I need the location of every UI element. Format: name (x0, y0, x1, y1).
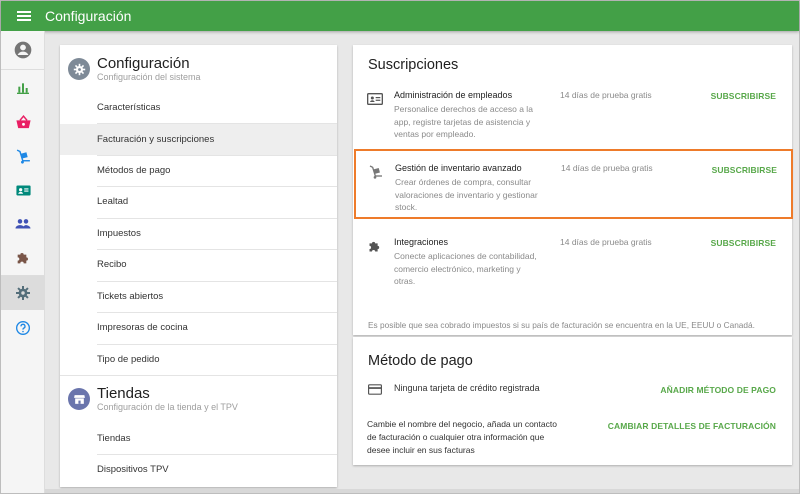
subscription-name: Gestión de inventario avanzado (395, 163, 522, 173)
subscription-name: Integraciones (394, 237, 449, 247)
page-title: Configuración (45, 8, 132, 24)
billing-details-text: Cambie el nombre del negocio, añada un c… (367, 419, 557, 455)
subscription-inventory-highlight: Gestión de inventario avanzado Crear órd… (354, 149, 793, 219)
change-billing-details-button[interactable]: CAMBIAR DETALLES DE FACTURACIÓN (608, 421, 776, 431)
subscription-name: Administración de empleados (394, 90, 513, 100)
no-card-text: Ninguna tarjeta de crédito registrada (394, 383, 540, 393)
menu-item-tiendas[interactable]: Tiendas (60, 423, 337, 454)
menu-item-lealtad[interactable]: Lealtad (60, 186, 337, 217)
subscription-employees: Administración de empleados Personalice … (353, 89, 792, 139)
account-circle-icon[interactable] (1, 33, 45, 67)
payment-title: Método de pago (368, 353, 473, 369)
cart-dolly-icon[interactable] (1, 139, 45, 173)
menu-item-tipo-pedido[interactable]: Tipo de pedido (60, 344, 337, 375)
subscription-description: Crear órdenes de compra, consultar valor… (395, 177, 538, 212)
bottom-edge (45, 489, 799, 493)
gear-icon[interactable] (1, 276, 45, 310)
store-icon (68, 388, 90, 410)
menu-item-dispositivos-tpv[interactable]: Dispositivos TPV (60, 454, 337, 485)
subscriptions-title: Suscripciones (368, 57, 459, 73)
credit-card-icon (368, 382, 382, 400)
menu-item-impresoras-cocina[interactable]: Impresoras de cocina (60, 312, 337, 343)
subscribe-inventory-button[interactable]: SUBSCRIBIRSE (712, 165, 777, 175)
stores-section-header: Tiendas Configuración de la tienda y el … (68, 385, 238, 413)
basket-icon[interactable] (1, 105, 45, 139)
bar-chart-icon[interactable] (1, 71, 45, 105)
subscription-trial: 14 días de prueba gratis (561, 163, 653, 173)
menu-item-facturacion[interactable]: Facturación y suscripciones (60, 124, 337, 155)
help-circle-icon[interactable] (1, 311, 45, 345)
stores-section-subtitle: Configuración de la tienda y el TPV (97, 402, 238, 412)
stores-section-title: Tiendas (97, 385, 150, 402)
puzzle-icon (367, 239, 382, 259)
puzzle-icon[interactable] (1, 241, 45, 275)
menu-item-metodos-pago[interactable]: Métodos de pago (60, 155, 337, 186)
subscribe-employees-button[interactable]: SUBSCRIBIRSE (711, 91, 776, 101)
subscription-integrations: Integraciones Conecte aplicaciones de co… (353, 236, 792, 286)
subscribe-integrations-button[interactable]: SUBSCRIBIRSE (711, 238, 776, 248)
tax-note: Es posible que sea cobrado impuestos si … (368, 320, 755, 330)
config-section-subtitle: Configuración del sistema (97, 72, 201, 82)
badge-card-icon[interactable] (1, 173, 45, 207)
people-icon[interactable] (1, 207, 45, 241)
subscription-trial: 14 días de prueba gratis (560, 237, 652, 247)
employee-card-icon (367, 92, 383, 111)
subscription-trial: 14 días de prueba gratis (560, 90, 652, 100)
subscription-description: Conecte aplicaciones de contabilidad, co… (394, 251, 537, 286)
settings-menu-panel: Configuración Configuración del sistema … (60, 45, 337, 487)
menu-item-caracteristicas[interactable]: Características (60, 92, 337, 123)
settings-gear-icon (68, 58, 90, 80)
menu-item-recibo[interactable]: Recibo (60, 249, 337, 280)
menu-item-impuestos[interactable]: Impuestos (60, 218, 337, 249)
menu-item-tickets-abiertos[interactable]: Tickets abiertos (60, 281, 337, 312)
payment-method-card: Método de pago Ninguna tarjeta de crédit… (353, 337, 792, 465)
subscription-description: Personalice derechos de acceso a la app,… (394, 104, 533, 139)
config-section-header: Configuración Configuración del sistema (68, 55, 201, 83)
menu-icon[interactable] (17, 11, 31, 21)
add-payment-method-button[interactable]: AÑADIR MÉTODO DE PAGO (660, 385, 776, 395)
top-app-bar: Configuración (1, 1, 799, 31)
config-section-title: Configuración (97, 55, 190, 72)
navigation-rail (1, 31, 45, 493)
inventory-dolly-icon (368, 164, 384, 185)
